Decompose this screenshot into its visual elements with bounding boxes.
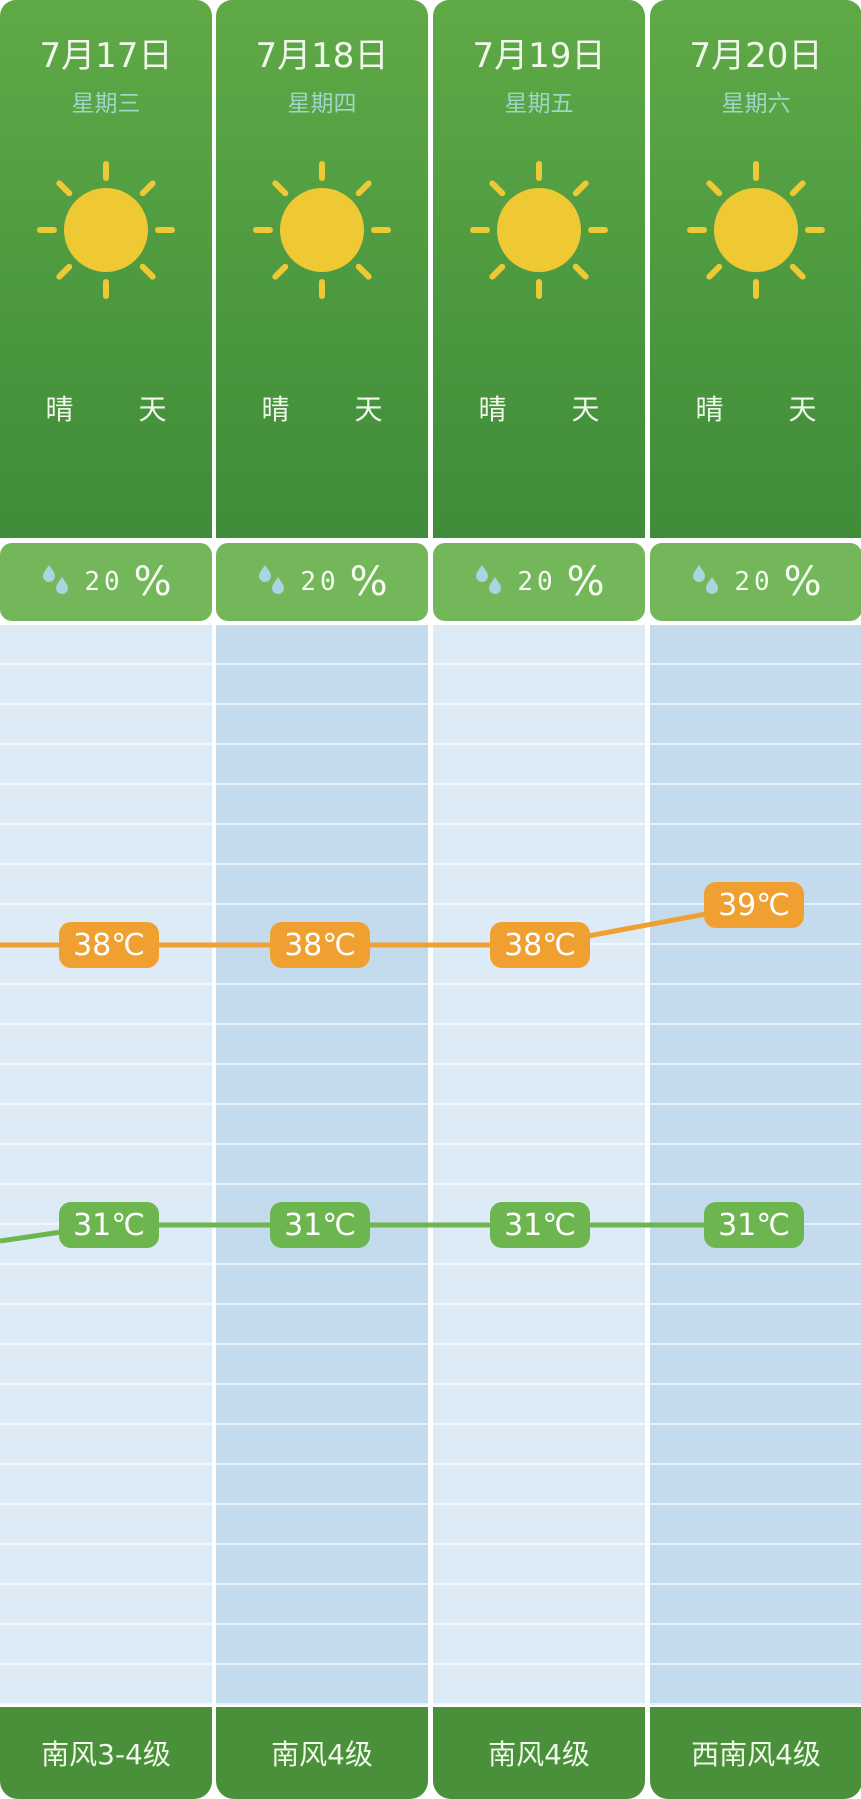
high-temp-label: 38℃ bbox=[270, 922, 370, 968]
high-temp-label: 39℃ bbox=[704, 882, 804, 928]
high-temp-label: 38℃ bbox=[59, 922, 159, 968]
low-temp-label: 31℃ bbox=[704, 1202, 804, 1248]
low-temp-label: 31℃ bbox=[59, 1202, 159, 1248]
low-temp-label: 31℃ bbox=[270, 1202, 370, 1248]
high-temp-label: 38℃ bbox=[490, 922, 590, 968]
low-temp-label: 31℃ bbox=[490, 1202, 590, 1248]
